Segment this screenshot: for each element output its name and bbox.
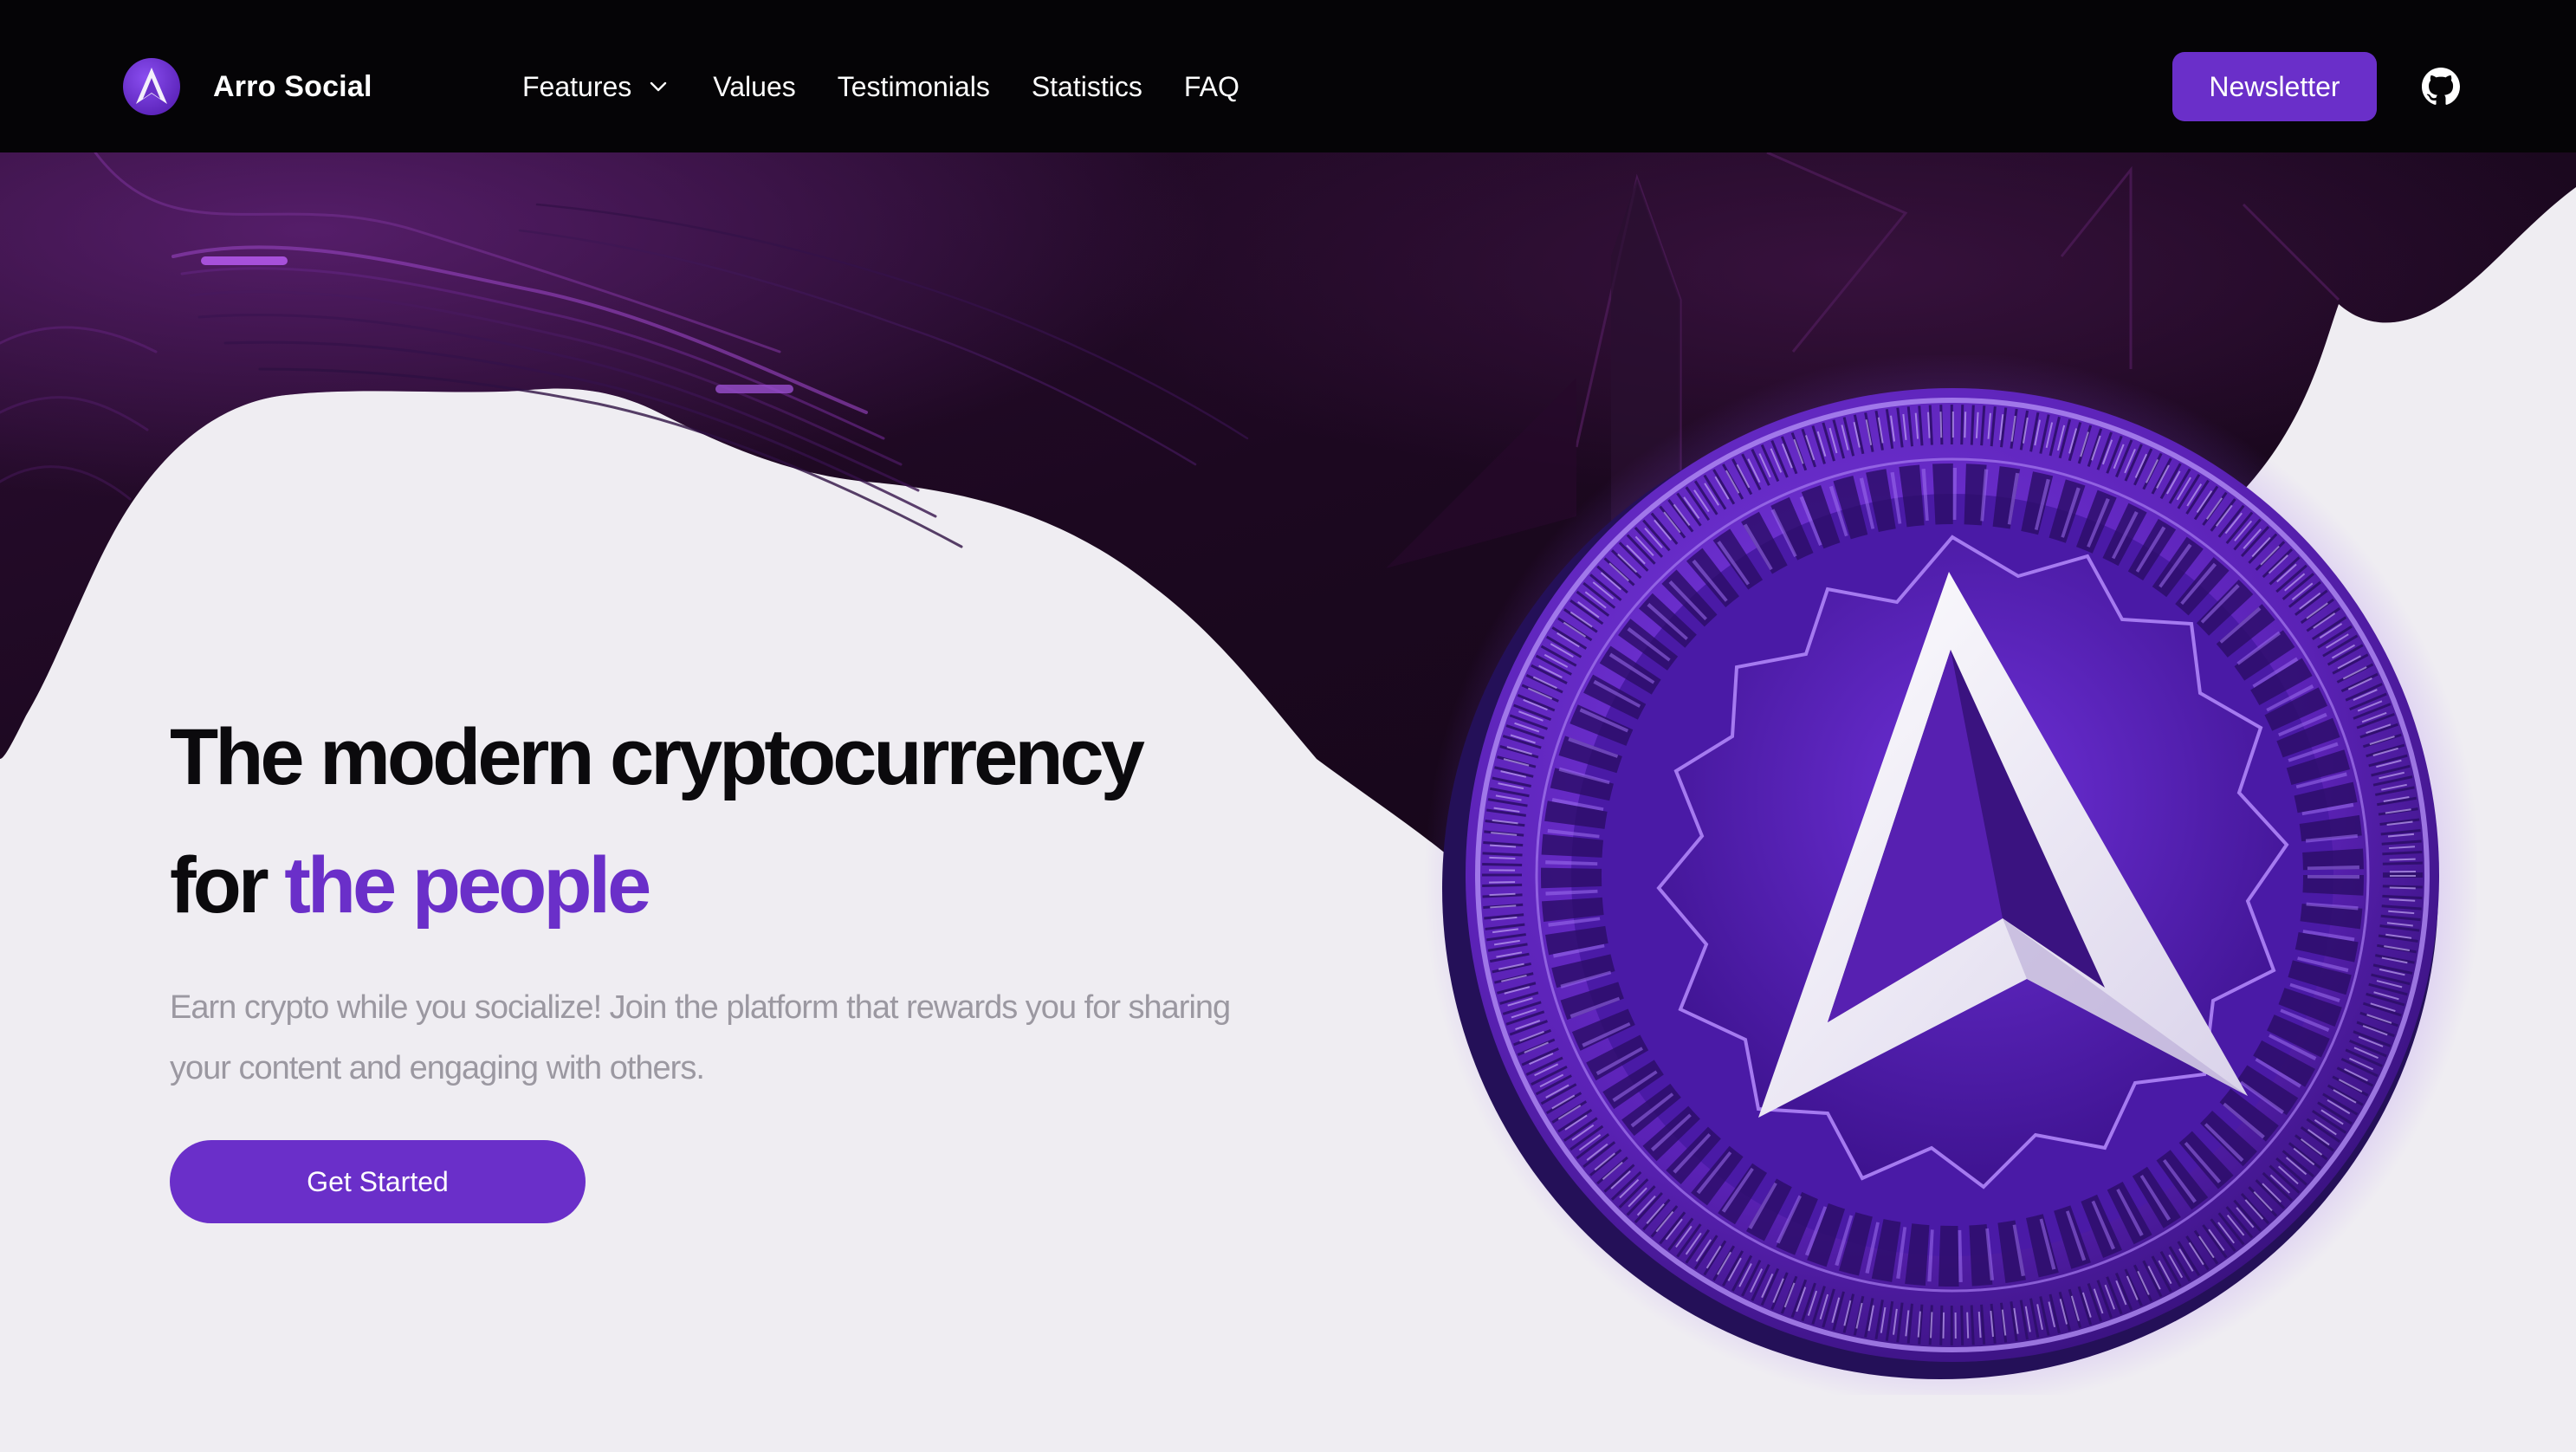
headline-line-2-prefix: for	[170, 841, 285, 930]
hero-subtext: Earn crypto while you socialize! Join th…	[170, 989, 1231, 1086]
nav-item-statistics[interactable]: Statistics	[1032, 66, 1142, 107]
arro-logo-icon[interactable]	[122, 57, 181, 116]
hero-headline: The modern cryptocurrency for the people	[170, 693, 1145, 950]
arro-coin-illustration	[1424, 355, 2477, 1395]
nav-item-label: Features	[522, 71, 632, 102]
headline-accent: the people	[284, 841, 651, 930]
nav-item-testimonials[interactable]: Testimonials	[838, 66, 990, 107]
nav-item-faq[interactable]: FAQ	[1184, 66, 1239, 107]
nav-item-features[interactable]: Features	[522, 66, 671, 107]
github-icon[interactable]	[2422, 68, 2460, 106]
headline-line-1: The modern cryptocurrency	[170, 713, 1145, 801]
nav-item-label: Testimonials	[837, 71, 990, 102]
main-nav: Features Values Testimonials Statistics …	[522, 66, 1281, 107]
newsletter-button[interactable]: Newsletter	[2172, 52, 2377, 121]
nav-item-label: FAQ	[1183, 71, 1239, 102]
top-navbar: Arro Social Features Values Testimonials…	[0, 0, 2576, 152]
nav-item-label: Statistics	[1031, 71, 1142, 102]
brand-name[interactable]: Arro Social	[213, 66, 372, 107]
nav-item-values[interactable]: Values	[713, 66, 795, 107]
nav-item-label: Values	[713, 71, 796, 102]
chevron-down-icon	[650, 81, 667, 92]
get-started-button[interactable]: Get Started	[170, 1140, 586, 1223]
